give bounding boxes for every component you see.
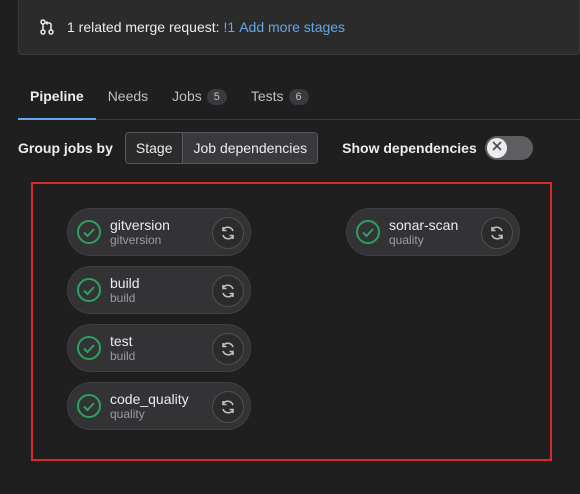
group-by-toggle: Stage Job dependencies — [124, 132, 319, 164]
stage-button[interactable]: Stage — [125, 133, 183, 163]
retry-icon[interactable] — [212, 275, 244, 307]
job-stage: quality — [389, 232, 424, 247]
job-name: code_quality — [110, 390, 189, 407]
tab-pipeline-label: Pipeline — [30, 88, 84, 104]
tab-jobs-count: 5 — [206, 89, 227, 105]
merge-request-banner: 1 related merge request: !1 Add more sta… — [18, 0, 580, 55]
job-code-quality[interactable]: code_quality quality — [67, 382, 251, 430]
tab-tests-count: 6 — [288, 89, 309, 105]
group-jobs-by-label: Group jobs by — [18, 140, 113, 156]
job-name: build — [110, 274, 140, 291]
job-stage: build — [110, 290, 136, 305]
retry-icon[interactable] — [212, 391, 244, 423]
job-name: test — [110, 332, 133, 349]
job-sonar-scan[interactable]: sonar-scan quality — [346, 208, 520, 256]
show-dependencies-label: Show dependencies — [342, 140, 477, 156]
tab-needs-label: Needs — [107, 88, 149, 104]
graph-controls: Group jobs by Stage Job dependencies Sho… — [18, 132, 533, 164]
job-stage: build — [110, 348, 136, 363]
status-success-icon — [76, 335, 102, 361]
merge-request-text: 1 related merge request: — [67, 19, 220, 35]
toggle-knob — [486, 138, 507, 158]
job-stage: quality — [110, 406, 145, 421]
add-more-stages-link[interactable]: Add more stages — [239, 19, 345, 35]
status-success-icon — [355, 219, 381, 245]
pipeline-tabs: Pipeline Needs Jobs 5 Tests 6 — [18, 82, 580, 120]
retry-icon[interactable] — [212, 217, 244, 249]
page-left-edge — [3, 0, 13, 494]
job-stage: gitversion — [110, 232, 162, 247]
job-name: sonar-scan — [389, 216, 459, 233]
close-icon — [491, 139, 503, 157]
job-name: gitversion — [110, 216, 170, 233]
tab-tests-label: Tests — [250, 88, 284, 104]
job-test[interactable]: test build — [67, 324, 251, 372]
tab-tests[interactable]: Tests 6 — [239, 82, 321, 120]
retry-icon[interactable] — [212, 333, 244, 365]
status-success-icon — [76, 219, 102, 245]
job-dependencies-button[interactable]: Job dependencies — [182, 133, 318, 163]
merge-request-link[interactable]: !1 — [224, 19, 236, 35]
tab-jobs[interactable]: Jobs 5 — [160, 82, 239, 120]
retry-icon[interactable] — [481, 217, 513, 249]
tab-jobs-label: Jobs — [172, 88, 202, 104]
status-success-icon — [76, 277, 102, 303]
pipeline-graph: gitversion gitversion build build test b… — [31, 182, 552, 461]
merge-request-icon — [39, 19, 55, 35]
job-build[interactable]: build build — [67, 266, 251, 314]
tab-needs[interactable]: Needs — [96, 82, 160, 120]
tab-pipeline[interactable]: Pipeline — [18, 82, 96, 120]
job-gitversion[interactable]: gitversion gitversion — [67, 208, 251, 256]
status-success-icon — [76, 393, 102, 419]
show-dependencies-toggle[interactable] — [484, 136, 533, 160]
